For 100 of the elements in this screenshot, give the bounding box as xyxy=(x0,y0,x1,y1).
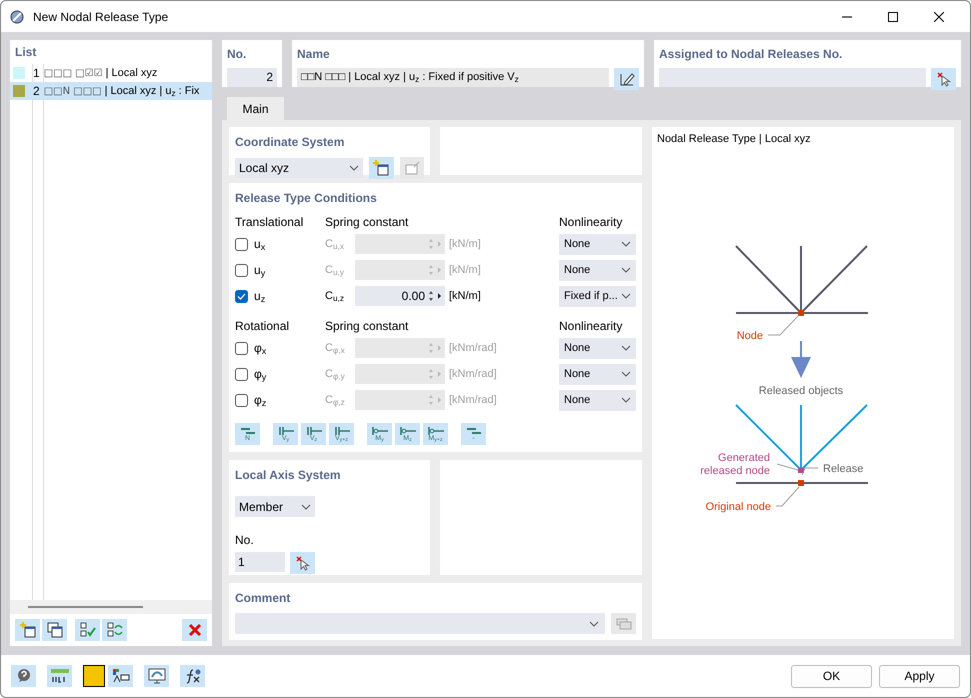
checkbox[interactable] xyxy=(235,290,248,302)
pick-member-button[interactable] xyxy=(290,552,315,574)
checkbox[interactable] xyxy=(235,342,248,354)
axis-dropdown[interactable]: Member xyxy=(235,496,315,517)
spring-field[interactable]: 0.00 xyxy=(355,286,445,306)
number-label: No. xyxy=(227,46,248,63)
chevron-icon xyxy=(621,267,631,273)
copy-item-button[interactable] xyxy=(42,619,67,641)
release-symbol: u$_{x}$ xyxy=(254,236,266,253)
nonlinearity-dropdown[interactable]: None xyxy=(559,338,636,358)
spring-symbol: C$_{φ,x}$ xyxy=(325,340,346,356)
checkmarks-icon xyxy=(80,622,96,638)
checkbox[interactable] xyxy=(235,238,248,250)
close-icon xyxy=(934,12,944,22)
unit-label: [kNm/rad] xyxy=(449,340,498,356)
spinner-icon xyxy=(428,368,442,380)
group-heading: Rotational xyxy=(235,318,290,335)
unit-label: [kNm/rad] xyxy=(449,366,498,382)
release-symbol: u$_{z}$ xyxy=(254,288,266,305)
help-button[interactable] xyxy=(11,665,36,687)
view-button[interactable] xyxy=(144,665,169,687)
dialog-button[interactable]: OK xyxy=(791,664,872,688)
number-field[interactable]: 2 xyxy=(227,68,277,87)
unit-label: [kN/m] xyxy=(449,236,482,252)
chevron-icon xyxy=(621,345,631,351)
group-heading: Translational xyxy=(235,214,304,231)
maximize-icon xyxy=(888,12,898,22)
nonlinearity-dropdown[interactable]: None xyxy=(559,234,636,254)
checkbox[interactable] xyxy=(235,394,248,406)
spring-heading: Spring constant xyxy=(325,318,410,335)
chevron-icon xyxy=(589,620,599,626)
edit-icon xyxy=(618,71,634,87)
chevron-icon xyxy=(301,504,311,510)
unit-label: [kNm/rad] xyxy=(449,392,498,408)
nonlinearity-dropdown[interactable]: None xyxy=(559,364,636,384)
leader-line xyxy=(776,464,798,470)
section-title: Local Axis System xyxy=(235,467,342,484)
check-all-button[interactable] xyxy=(75,619,100,641)
assigned-field[interactable] xyxy=(659,68,926,87)
release-codes: □□□ □☑☑ xyxy=(44,66,103,80)
pointer-icon xyxy=(936,71,952,87)
release-symbol: φ$_{z}$ xyxy=(254,392,266,409)
spring-field[interactable] xyxy=(355,338,445,358)
offset-bars-icon xyxy=(238,426,256,434)
pointer-icon xyxy=(294,555,310,571)
unit-label: [kN/m] xyxy=(449,288,482,304)
release-symbol: φ$_{x}$ xyxy=(254,340,266,357)
spring-symbol: C$_{u,x}$ xyxy=(325,236,345,252)
spring-field[interactable] xyxy=(355,364,445,384)
nonlinearity-dropdown[interactable]: Fixed if p... xyxy=(559,286,636,306)
delete-button[interactable] xyxy=(182,619,207,641)
spring-field[interactable] xyxy=(355,260,445,280)
swap-checks-icon xyxy=(106,622,122,638)
original-node-label: Original node xyxy=(706,501,771,513)
monitor-icon xyxy=(148,668,166,684)
formula-button[interactable] xyxy=(180,665,205,687)
section-title: Coordinate System xyxy=(235,134,346,151)
pick-button[interactable] xyxy=(931,68,956,90)
down-arrow-icon xyxy=(791,341,811,378)
release-symbol: u$_{y}$ xyxy=(254,262,266,279)
diagram-title: Nodal Release Type | Local xyz xyxy=(656,132,812,147)
name-label: Name xyxy=(297,46,331,63)
released-objects-label: Released objects xyxy=(758,385,844,397)
color-swatch-button[interactable] xyxy=(83,665,105,687)
leader-line xyxy=(768,314,800,336)
assigned-label: Assigned to Nodal Releases No. xyxy=(659,46,844,63)
item-label: | Local xyz | u$_{z}$ : Fix xyxy=(104,84,200,100)
axis-number-label: No. xyxy=(235,532,255,549)
comment-field[interactable] xyxy=(235,613,605,634)
coordinate-dropdown[interactable]: Local xyz xyxy=(235,158,364,178)
new-window-icon xyxy=(20,622,36,638)
scrollbar-thumb[interactable] xyxy=(28,606,143,608)
tab[interactable]: Main xyxy=(227,97,284,120)
list-item[interactable]: 2 □□N □□□ | Local xyz | u$_{z}$ : Fix xyxy=(10,82,212,100)
display-button[interactable] xyxy=(108,665,133,687)
name-field[interactable]: □□N □□□ | Local xyz | u$_{z}$ : Fixed if positive V$_{z}$ xyxy=(297,68,609,87)
spring-field[interactable] xyxy=(355,234,445,254)
axis-number-field[interactable]: 1 xyxy=(235,552,285,572)
new-coordinate-button[interactable] xyxy=(369,157,394,179)
units-button[interactable] xyxy=(47,665,72,687)
dialog-button[interactable]: Apply xyxy=(879,664,960,688)
nonlinearity-dropdown[interactable]: None xyxy=(559,390,636,410)
spinner-icon xyxy=(428,394,442,406)
app-icon xyxy=(9,8,25,24)
decimal-ruler-icon xyxy=(50,668,70,684)
edit-name-button[interactable] xyxy=(614,68,639,90)
checkbox[interactable] xyxy=(235,368,248,380)
spinner-icon xyxy=(428,238,442,250)
checkbox[interactable] xyxy=(235,264,248,276)
new-item-button[interactable] xyxy=(15,619,40,641)
generated-node-label: released node xyxy=(700,465,770,477)
spinner-icon xyxy=(428,342,442,354)
spring-field[interactable] xyxy=(355,390,445,410)
toggle-check-button[interactable] xyxy=(102,619,127,641)
chevron-icon xyxy=(621,241,631,247)
generated-node-label: Generated xyxy=(718,452,770,464)
spinner-icon xyxy=(428,290,442,302)
list-item[interactable]: 1 □□□ □☑☑ | Local xyz xyxy=(10,64,212,82)
new-axes-icon xyxy=(373,160,390,176)
nonlinearity-dropdown[interactable]: None xyxy=(559,260,636,280)
